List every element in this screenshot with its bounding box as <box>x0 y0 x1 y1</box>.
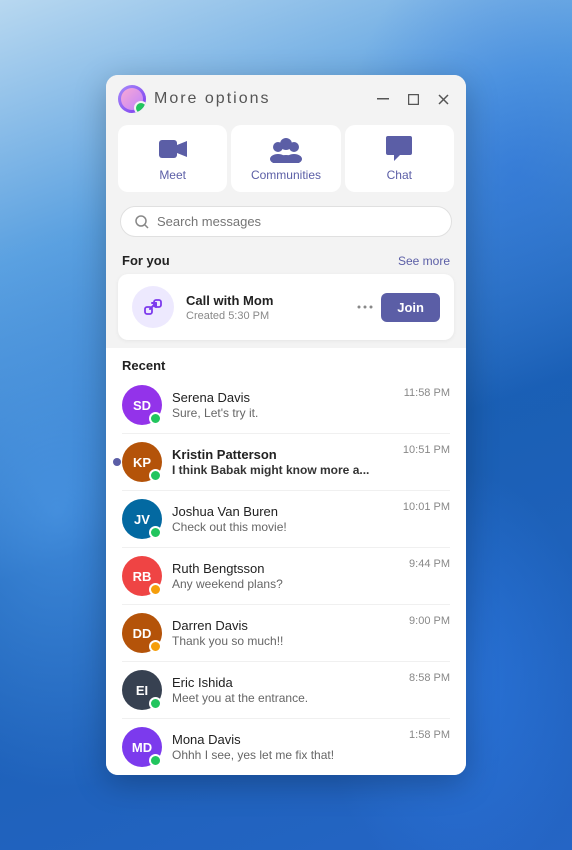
chat-preview: Any weekend plans? <box>172 577 399 591</box>
chat-name: Joshua Van Buren <box>172 504 393 519</box>
chat-content: Eric IshidaMeet you at the entrance. <box>172 675 399 705</box>
chat-name: Serena Davis <box>172 390 394 405</box>
avatar: EI <box>122 670 162 710</box>
chat-button[interactable]: Chat <box>345 125 454 192</box>
status-badge <box>149 754 162 767</box>
avatar: RB <box>122 556 162 596</box>
chat-list: SD Serena DavisSure, Let's try it. 11:58 P… <box>106 377 466 775</box>
chat-preview: Thank you so much!! <box>172 634 399 648</box>
user-avatar[interactable] <box>118 85 146 113</box>
recent-section: Recent SD Serena DavisSure, Let's try it.… <box>106 348 466 775</box>
chat-preview: Sure, Let's try it. <box>172 406 394 420</box>
chat-item[interactable]: DD Darren DavisThank you so much!! 9:00 PM <box>106 605 466 661</box>
see-more-button[interactable]: See more <box>398 254 450 268</box>
status-badge <box>149 697 162 710</box>
title-bar: More options <box>106 75 466 119</box>
chat-time: 10:01 PM <box>403 501 450 513</box>
call-info: Call with Mom Created 5:30 PM <box>186 293 345 322</box>
minimize-button[interactable] <box>372 88 394 110</box>
chat-preview: Meet you at the entrance. <box>172 691 399 705</box>
chat-preview: I think Babak might know more a... <box>172 463 393 477</box>
chat-item[interactable]: SD Serena DavisSure, Let's try it. 11:58 P… <box>106 377 466 433</box>
title-bar-controls <box>372 88 454 110</box>
recent-header: Recent <box>106 348 466 377</box>
search-input[interactable] <box>157 214 437 229</box>
chat-item[interactable]: RB Ruth BengtssonAny weekend plans? 9:44 P… <box>106 548 466 604</box>
join-button[interactable]: Join <box>381 293 440 322</box>
link-icon <box>142 296 164 318</box>
meet-button[interactable]: Meet <box>118 125 227 192</box>
meet-label: Meet <box>159 168 186 182</box>
avatar: KP <box>122 442 162 482</box>
chat-content: Darren DavisThank you so much!! <box>172 618 399 648</box>
chat-name: Darren Davis <box>172 618 399 633</box>
call-card[interactable]: Call with Mom Created 5:30 PM Join <box>118 274 454 340</box>
search-icon <box>135 215 149 229</box>
search-area <box>106 202 466 247</box>
for-you-title: For you <box>122 253 170 268</box>
chat-item[interactable]: JV Joshua Van BurenCheck out this movie! 1… <box>106 491 466 547</box>
chat-preview: Check out this movie! <box>172 520 393 534</box>
nav-buttons: Meet Communities Chat <box>106 119 466 202</box>
chat-item[interactable]: EI Eric IshidaMeet you at the entrance. 8:… <box>106 662 466 718</box>
chat-preview: Ohhh I see, yes let me fix that! <box>172 748 399 762</box>
status-badge <box>149 412 162 425</box>
chat-name: Kristin Patterson <box>172 447 393 462</box>
status-badge <box>149 583 162 596</box>
chat-time: 10:51 PM <box>403 444 450 456</box>
chat-time: 11:58 PM <box>404 387 450 399</box>
close-button[interactable] <box>432 88 454 110</box>
avatar: JV <box>122 499 162 539</box>
chat-time: 1:58 PM <box>409 729 450 741</box>
chat-name: Eric Ishida <box>172 675 399 690</box>
chat-label: Chat <box>387 168 412 182</box>
call-actions: Join <box>357 293 440 322</box>
status-badge <box>149 526 162 539</box>
chat-item[interactable]: MD Mona DavisOhhh I see, yes let me fix t… <box>106 719 466 775</box>
chat-name: Ruth Bengtsson <box>172 561 399 576</box>
search-box <box>120 206 452 237</box>
unread-indicator <box>113 458 121 466</box>
chat-time: 8:58 PM <box>409 672 450 684</box>
status-badge <box>149 640 162 653</box>
communities-button[interactable]: Communities <box>231 125 340 192</box>
app-window: More options <box>106 75 466 775</box>
call-icon-wrap <box>132 286 174 328</box>
meet-icon <box>155 135 191 163</box>
chat-content: Serena DavisSure, Let's try it. <box>172 390 394 420</box>
maximize-button[interactable] <box>402 88 424 110</box>
call-title: Call with Mom <box>186 293 345 308</box>
chat-item[interactable]: KP Kristin PattersonI think Babak might k… <box>106 434 466 490</box>
call-more-button[interactable] <box>357 305 373 309</box>
avatar: DD <box>122 613 162 653</box>
more-options-button[interactable]: More options <box>154 90 271 108</box>
avatar: MD <box>122 727 162 767</box>
call-time: Created 5:30 PM <box>186 310 345 322</box>
chat-icon <box>381 135 417 163</box>
avatar: SD <box>122 385 162 425</box>
communities-icon <box>268 135 304 163</box>
chat-content: Mona DavisOhhh I see, yes let me fix tha… <box>172 732 399 762</box>
chat-content: Joshua Van BurenCheck out this movie! <box>172 504 393 534</box>
chat-time: 9:44 PM <box>409 558 450 570</box>
chat-time: 9:00 PM <box>409 615 450 627</box>
for-you-header: For you See more <box>106 247 466 274</box>
chat-content: Ruth BengtssonAny weekend plans? <box>172 561 399 591</box>
title-bar-left: More options <box>118 85 271 113</box>
chat-name: Mona Davis <box>172 732 399 747</box>
communities-label: Communities <box>251 168 321 182</box>
status-badge <box>149 469 162 482</box>
chat-content: Kristin PattersonI think Babak might kno… <box>172 447 393 477</box>
